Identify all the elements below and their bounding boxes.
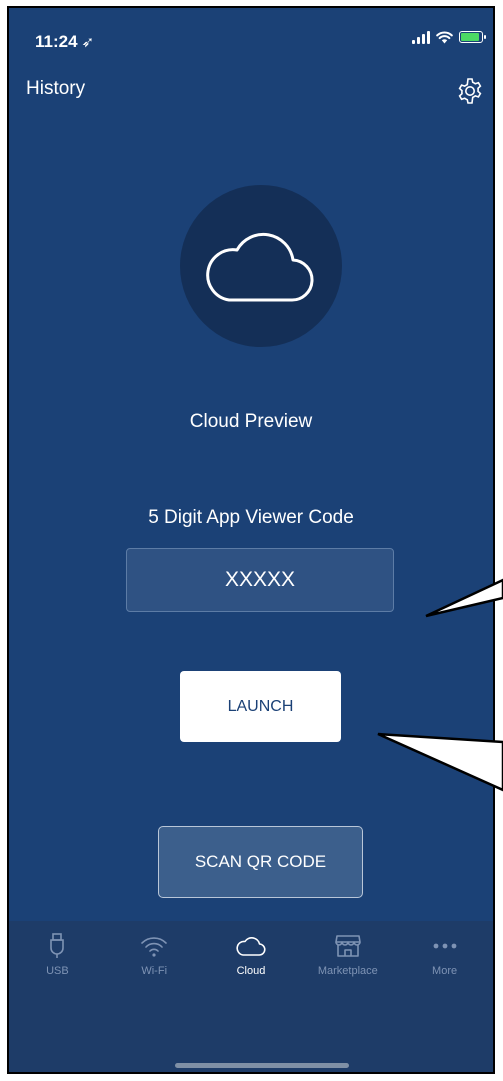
scan-qr-code-button[interactable]: SCAN QR CODE [158, 826, 363, 898]
usb-icon [50, 933, 65, 958]
wifi-icon [141, 937, 167, 957]
wifi-status-icon [436, 30, 453, 43]
cloud-badge [180, 185, 342, 347]
cellular-signal-icon [412, 30, 430, 44]
more-icon [433, 943, 456, 949]
location-icon: ➶ [81, 34, 95, 51]
cloud-icon [206, 232, 314, 302]
viewer-code-input[interactable] [126, 548, 394, 612]
phone-screen: 11:24 ➶ History Cloud Preview 5 Digit App… [7, 6, 495, 1074]
code-label: 5 Digit App Viewer Code [148, 507, 354, 528]
status-indicators [412, 30, 486, 44]
cloud-tab-icon [236, 937, 266, 956]
tab-usb[interactable]: USB [9, 921, 106, 991]
home-indicator [175, 1063, 349, 1068]
status-time: 11:24 ➶ [35, 32, 95, 51]
tab-cloud[interactable]: Cloud [203, 921, 300, 991]
history-link[interactable]: History [26, 78, 85, 100]
page-title: Cloud Preview [189, 411, 313, 432]
store-icon [334, 935, 361, 957]
launch-button[interactable]: LAUNCH [180, 671, 341, 742]
battery-icon [459, 31, 486, 43]
tab-wifi[interactable]: Wi-Fi [106, 921, 203, 991]
tab-more[interactable]: More [396, 921, 493, 991]
gear-icon[interactable] [455, 76, 485, 106]
tab-marketplace[interactable]: Marketplace [299, 921, 396, 991]
tab-bar: USB Wi-Fi Cloud Marketplace More [9, 921, 493, 1072]
